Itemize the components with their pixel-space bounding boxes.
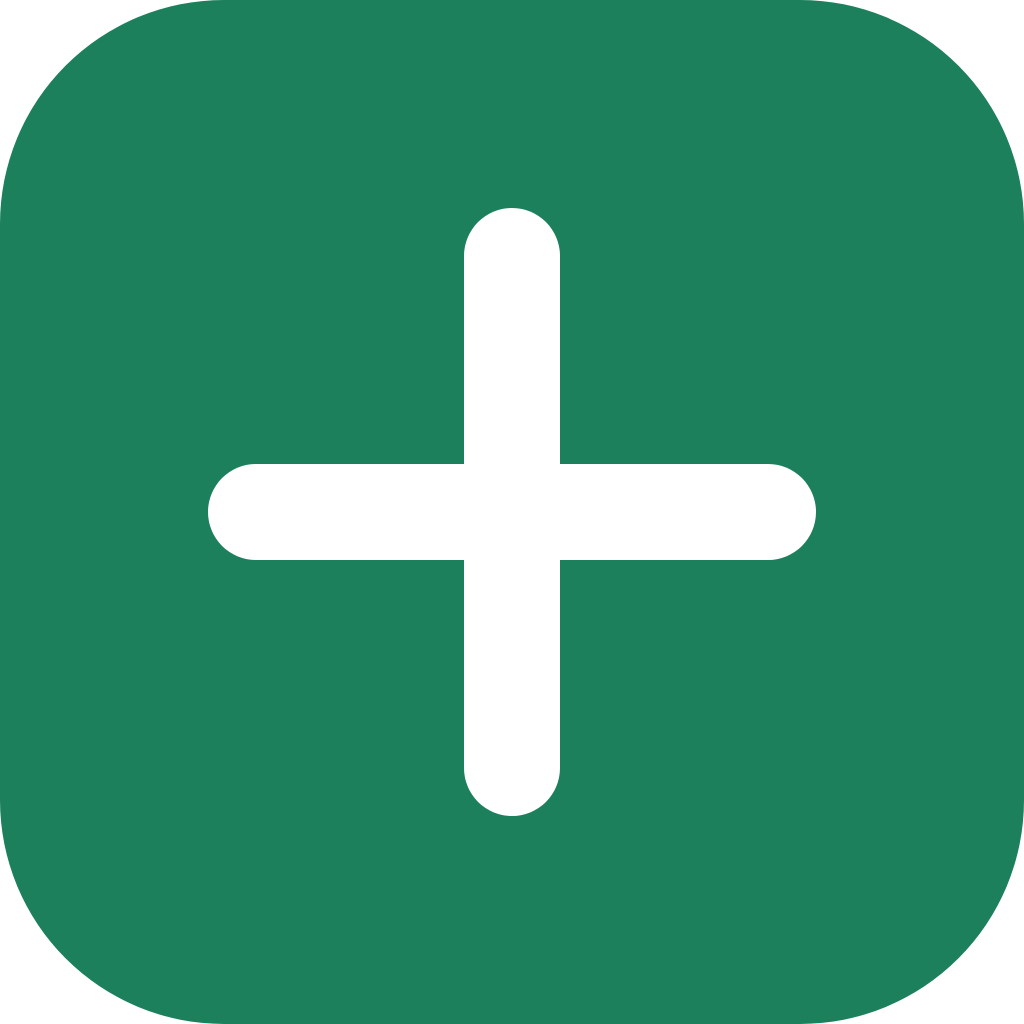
app-canvas — [0, 0, 1024, 1024]
add-button[interactable] — [0, 0, 1024, 1024]
plus-icon — [0, 0, 1024, 1024]
